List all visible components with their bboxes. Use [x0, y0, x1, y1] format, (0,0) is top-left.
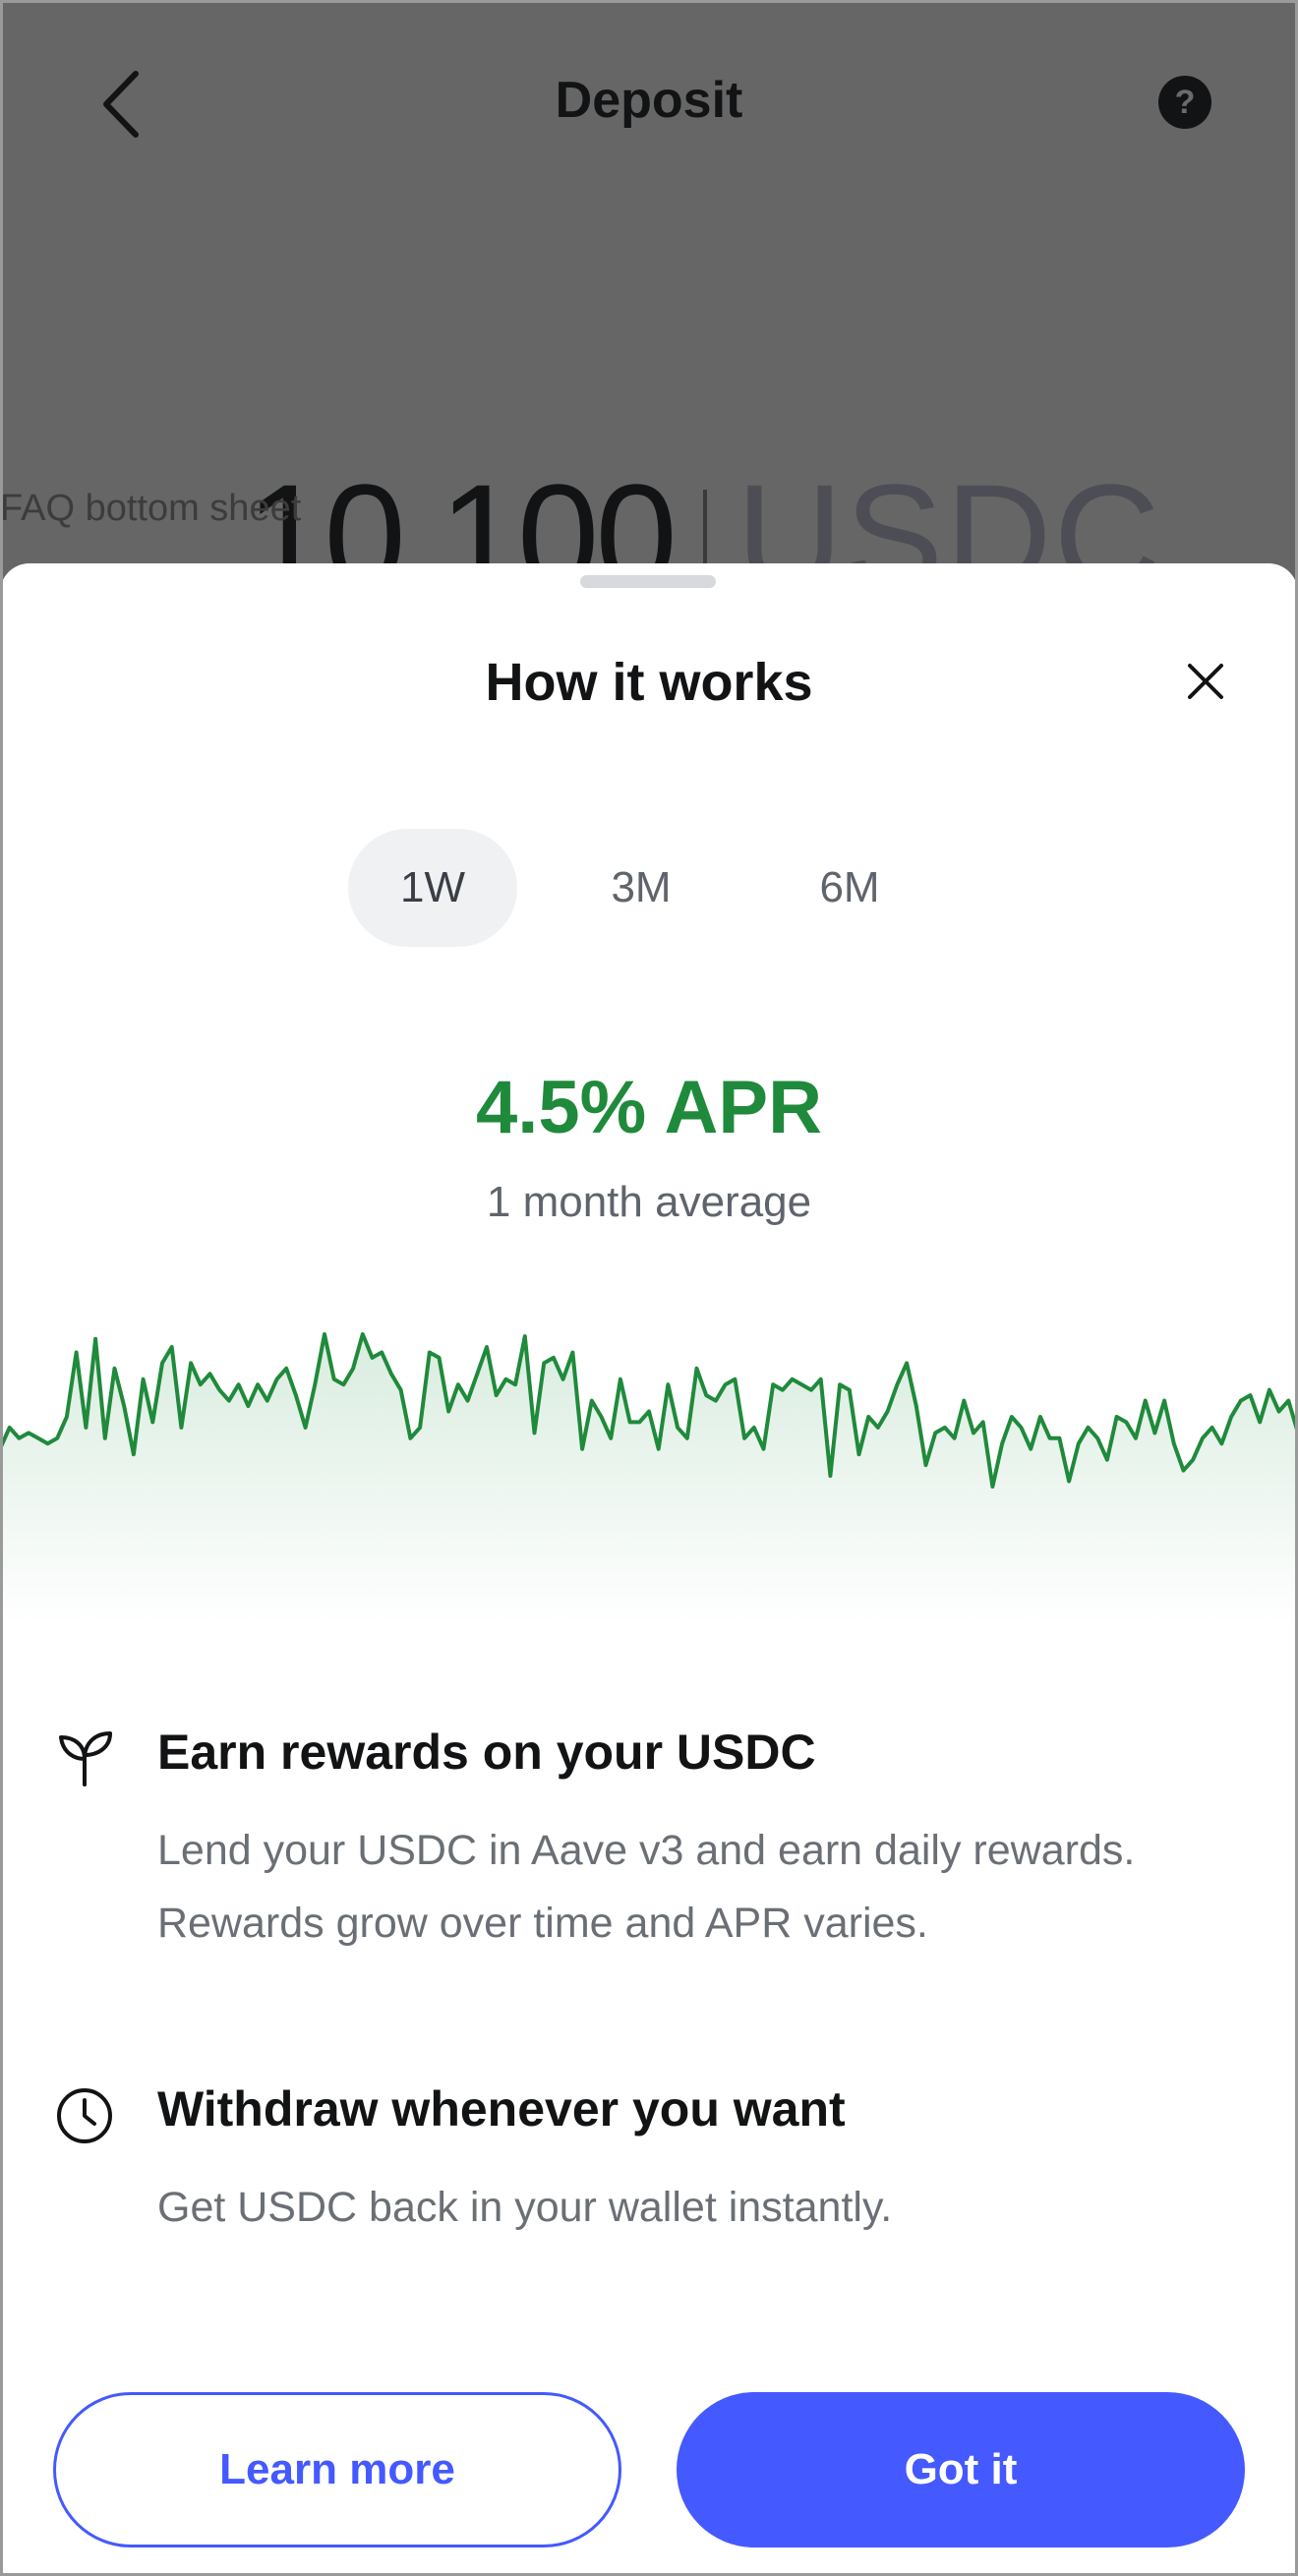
- feature-description: Get USDC back in your wallet instantly.: [157, 2184, 893, 2231]
- tab-3m[interactable]: 3M: [557, 829, 726, 947]
- top-nav-bar: Deposit ?: [0, 0, 1298, 206]
- close-icon: [1188, 664, 1223, 699]
- faq-bottom-sheet: How it works 1W 3M 6M 4.5% APR 1 month a…: [0, 563, 1298, 2576]
- sheet-title: How it works: [485, 653, 813, 712]
- got-it-button[interactable]: Got it: [677, 2392, 1245, 2547]
- page-title: Deposit: [555, 72, 743, 129]
- feature-description: Lend your USDC in Aave v3 and earn daily…: [157, 1827, 1136, 1947]
- apr-value: 4.5% APR: [476, 1066, 822, 1149]
- feature-title: Earn rewards on your USDC: [157, 1725, 816, 1780]
- sprout-icon: [59, 1731, 112, 1786]
- tab-1w[interactable]: 1W: [348, 829, 517, 947]
- help-icon[interactable]: ?: [1158, 76, 1211, 129]
- feature-title: Withdraw whenever you want: [157, 2081, 846, 2137]
- period-tabs: 1W 3M 6M: [348, 829, 934, 947]
- close-button[interactable]: [1176, 652, 1235, 711]
- apr-caption: 1 month average: [486, 1178, 812, 1226]
- sheet-drag-handle[interactable]: [580, 575, 716, 588]
- clock-icon: [57, 2088, 112, 2143]
- tab-6m[interactable]: 6M: [765, 829, 934, 947]
- learn-more-button[interactable]: Learn more: [53, 2392, 621, 2547]
- chart-area-fill: [0, 1334, 1298, 1625]
- overlay-accessibility-label: FAQ bottom sheet: [0, 488, 302, 529]
- apr-history-chart: [0, 1332, 1298, 1625]
